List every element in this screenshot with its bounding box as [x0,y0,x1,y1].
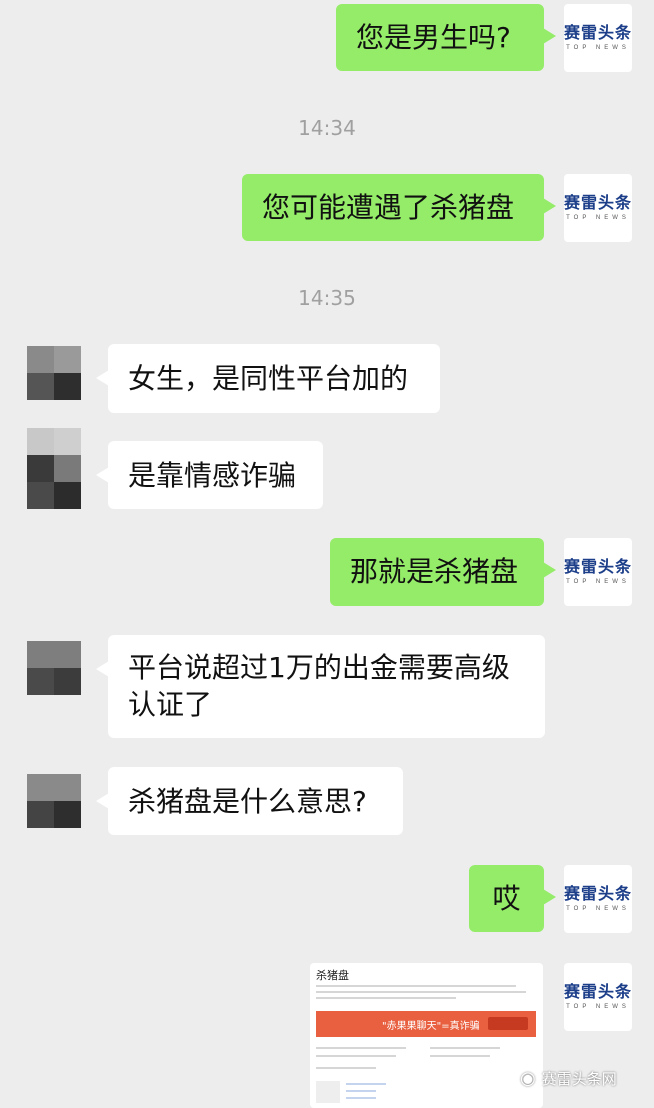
message-text: 杀猪盘是什么意思? [128,784,367,818]
image-title: 杀猪盘 [316,969,349,982]
avatar[interactable]: 赛雷头条 TOP NEWS [564,538,632,606]
avatar-brand-sub: TOP NEWS [566,215,630,221]
message-text: 哎 [492,881,521,915]
avatar-brand: 赛雷头条 [564,559,633,576]
avatar-brand-sub: TOP NEWS [566,45,630,51]
message-text: 女生，是同性平台加的 [128,362,409,395]
timestamp: 14:34 [298,116,356,140]
message-bubble-received[interactable]: 是靠情感诈骗 [96,441,323,509]
message-text: 您可能遭遇了杀猪盘 [262,190,515,224]
avatar-brand: 赛雷头条 [564,195,633,212]
avatar-brand: 赛雷头条 [564,984,633,1001]
avatar-pixelated[interactable] [27,774,81,828]
timestamp: 14:35 [298,286,356,310]
message-text: 平台说超过1万的出金需要高级认证了 [128,651,510,721]
message-text: 那就是杀猪盘 [350,555,519,588]
message-bubble-sent[interactable]: 您是男生吗? [336,4,556,71]
avatar-pixelated-lower [27,455,81,509]
watermark: ◉ 赛雷头条网 [520,1068,617,1089]
avatar-brand-sub: TOP NEWS [566,579,630,585]
image-banner: "赤果果聊天"=真诈骗 [316,1011,536,1037]
avatar-brand: 赛雷头条 [564,886,633,903]
avatar-brand-sub: TOP NEWS [566,1004,630,1010]
avatar-pixelated[interactable] [27,346,81,400]
watermark-text: 赛雷头条网 [541,1070,617,1088]
message-bubble-received[interactable]: 平台说超过1万的出金需要高级认证了 [96,635,545,738]
avatar-pixelated[interactable] [27,641,81,695]
image-banner-text: "赤果果聊天"=真诈骗 [382,1021,480,1032]
image-banner-button [488,1017,528,1030]
message-bubble-received[interactable]: 杀猪盘是什么意思? [96,767,403,835]
message-bubble-sent[interactable]: 那就是杀猪盘 [330,538,556,606]
avatar-brand: 赛雷头条 [564,25,633,42]
message-text: 您是男生吗? [356,20,511,54]
message-bubble-sent[interactable]: 哎 [469,865,556,932]
image-message[interactable]: 杀猪盘 "赤果果聊天"=真诈骗 [310,963,543,1108]
avatar[interactable]: 赛雷头条 TOP NEWS [564,963,632,1031]
avatar[interactable]: 赛雷头条 TOP NEWS [564,174,632,242]
avatar[interactable]: 赛雷头条 TOP NEWS [564,865,632,933]
message-text: 是靠情感诈骗 [128,458,297,492]
avatar[interactable]: 赛雷头条 TOP NEWS [564,4,632,72]
wechat-icon: ◉ [520,1068,536,1089]
message-bubble-received[interactable]: 女生，是同性平台加的 [96,344,440,413]
message-bubble-sent[interactable]: 您可能遭遇了杀猪盘 [242,174,556,241]
avatar-brand-sub: TOP NEWS [566,906,630,912]
